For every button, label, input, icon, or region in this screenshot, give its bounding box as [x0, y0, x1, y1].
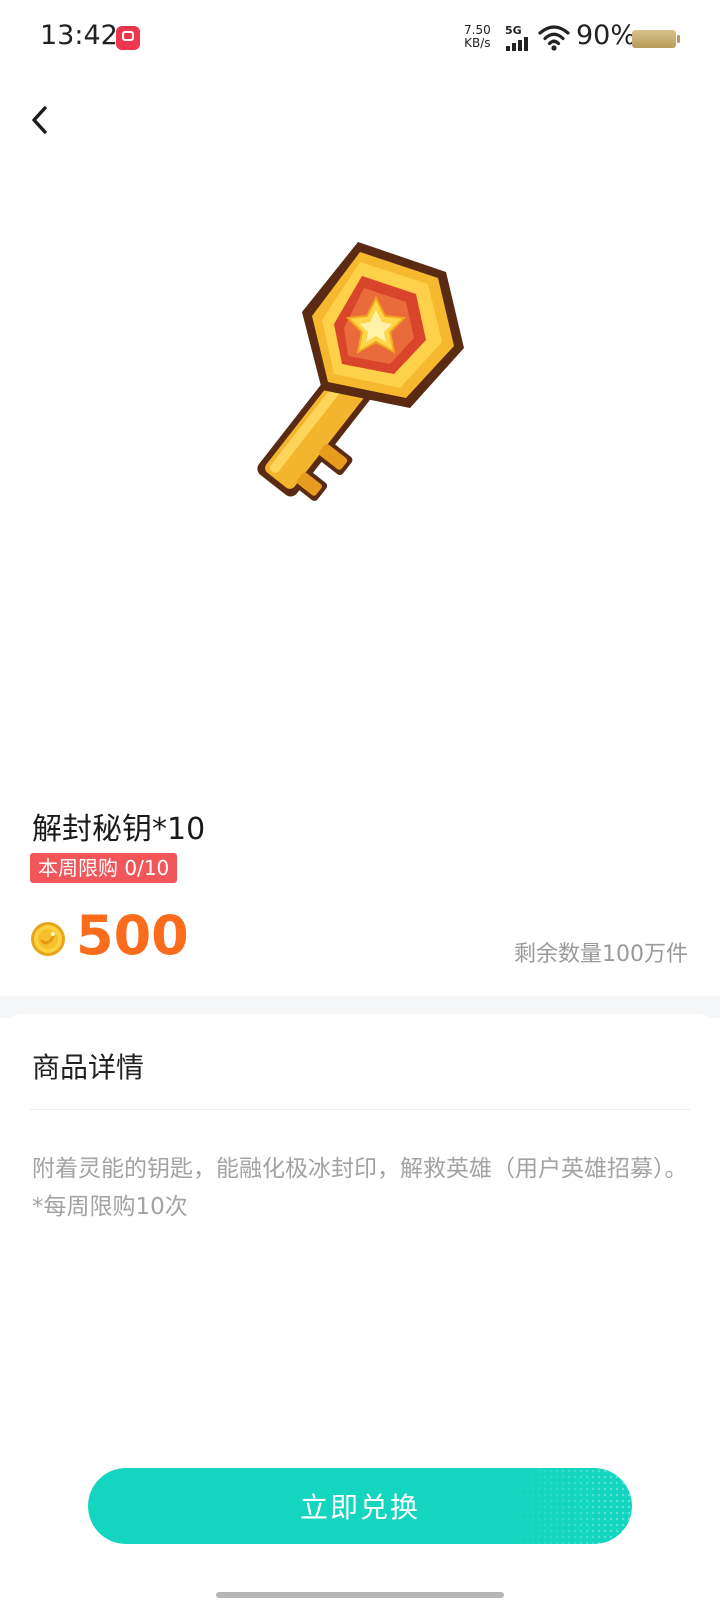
back-button[interactable] — [20, 100, 60, 140]
detail-description: 附着灵能的钥匙，能融化极冰封印，解救英雄（用户英雄招募）。 *每周限购10次 — [32, 1150, 692, 1226]
button-texture — [512, 1468, 632, 1544]
detail-note: *每周限购10次 — [32, 1194, 188, 1220]
network-speed: 7.50 KB/s — [464, 24, 491, 50]
redeem-button-label: 立即兑换 — [299, 1491, 420, 1524]
home-indicator[interactable] — [216, 1592, 504, 1598]
status-bar: 13:42 7.50 KB/s 5G 90% — [0, 0, 720, 78]
redeem-button[interactable]: 立即兑换 — [88, 1468, 632, 1544]
chevron-left-icon — [32, 106, 47, 134]
network-type: 5G — [505, 24, 522, 37]
detail-divider — [30, 1109, 690, 1110]
product-title: 解封秘钥*10 — [32, 812, 206, 847]
battery-icon — [632, 30, 680, 48]
golden-key-icon — [257, 242, 464, 501]
weekly-limit-badge: 本周限购 0/10 — [30, 853, 178, 883]
app-notification-icon — [116, 26, 140, 50]
network-speed-unit: KB/s — [464, 36, 491, 50]
detail-description-text: 附着灵能的钥匙，能融化极冰封印，解救英雄（用户英雄招募）。 — [32, 1156, 688, 1182]
remaining-stock: 剩余数量100万件 — [514, 942, 688, 967]
status-time: 13:42 — [40, 20, 118, 51]
battery-percent: 90% — [576, 20, 637, 51]
price-value: 500 — [76, 904, 189, 967]
wifi-icon — [538, 25, 570, 51]
detail-heading: 商品详情 — [32, 1051, 145, 1084]
coin-icon — [31, 922, 65, 956]
signal-icon — [506, 37, 534, 51]
